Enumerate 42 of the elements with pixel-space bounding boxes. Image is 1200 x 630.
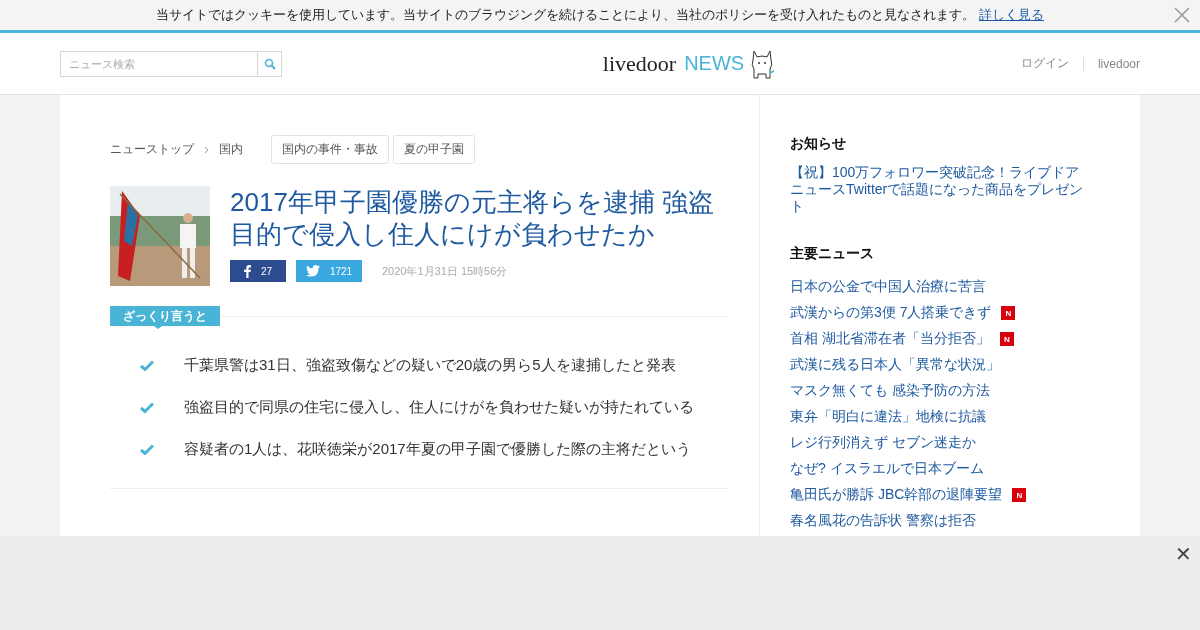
tag-link[interactable]: 国内の事件・事故: [271, 135, 389, 164]
header-link[interactable]: livedoor: [1082, 56, 1140, 71]
new-badge: N: [1001, 306, 1016, 320]
news-link[interactable]: 亀田氏が勝訴 JBC幹部の退陣要望: [790, 486, 1003, 504]
header-link[interactable]: ログイン: [1006, 55, 1083, 72]
bird-icon: [305, 265, 320, 277]
close-button[interactable]: ✕: [1175, 542, 1192, 566]
breadcrumb-link[interactable]: ニューストップ: [110, 141, 194, 158]
news-link[interactable]: 春名風花の告訴状 警察は拒否: [790, 512, 976, 530]
news-link[interactable]: マスク無くても 感染予防の方法: [790, 382, 990, 400]
news-link[interactable]: 東弁「明白に違法」地検に抗議: [790, 408, 986, 426]
new-badge: N: [999, 332, 1014, 346]
new-badge: N: [1012, 488, 1027, 502]
tag-link[interactable]: 夏の甲子園: [393, 135, 475, 164]
chevron-icon: [204, 145, 209, 154]
news-link[interactable]: レジ行列消えず セブン迷走か: [790, 434, 976, 452]
close-icon[interactable]: [1174, 7, 1190, 23]
check-icon: [140, 359, 154, 371]
summary-point: 千葉県警は31日、強盗致傷などの疑いで20歳の男ら5人を逮捕したと発表: [184, 355, 676, 375]
search-icon: [263, 57, 276, 70]
summary-point: 容疑者の1人は、花咲徳栄が2017年夏の甲子園で優勝した際の主将だという: [184, 439, 691, 459]
search-button[interactable]: [257, 50, 282, 77]
facebook-icon: [243, 264, 251, 278]
details-link[interactable]: 詳しく見る: [979, 6, 1044, 24]
news-link[interactable]: 武漢に残る日本人「異常な状況」: [790, 356, 1000, 374]
check-icon: [140, 443, 154, 455]
news-link[interactable]: 日本の公金で中国人治療に苦言: [790, 278, 986, 296]
search-field[interactable]: ニュース検索: [60, 50, 257, 77]
logo-brand[interactable]: livedoor: [602, 50, 677, 77]
news-link[interactable]: 首相 湖北省滞在者「当分拒否」: [790, 330, 990, 348]
news-link[interactable]: なぜ? イスラエルで日本ブーム: [790, 460, 984, 478]
facebook-share-button[interactable]: 27: [230, 260, 286, 282]
summary-point: 強盗目的で同県の住宅に侵入し、住人にけがを負わせた疑いが持たれている: [184, 397, 694, 417]
section-title: お知らせ: [790, 135, 847, 153]
article-title: 2017年甲子園優勝の元主将らを逮捕 強盗目的で侵入し住人にけが負わせたか: [230, 186, 716, 250]
notice-link[interactable]: 【祝】100万フォロワー突破記念！ライブドアニュースTwitterで話題になった商品をプレゼント: [790, 164, 1090, 215]
breadcrumb-link[interactable]: 国内: [219, 141, 243, 158]
news-link[interactable]: 武漢からの第3便 7人搭乗できず: [790, 304, 992, 322]
publish-date: 2020年1月31日 15時56分: [382, 263, 508, 279]
cookie-notice: 当サイトではクッキーを使用しています。当サイトのブラウジングを続けることにより、当社のポリシーを受け入れたものと見なされます。: [156, 6, 975, 24]
section-title: 主要ニュース: [790, 245, 875, 263]
check-icon: [140, 401, 154, 413]
